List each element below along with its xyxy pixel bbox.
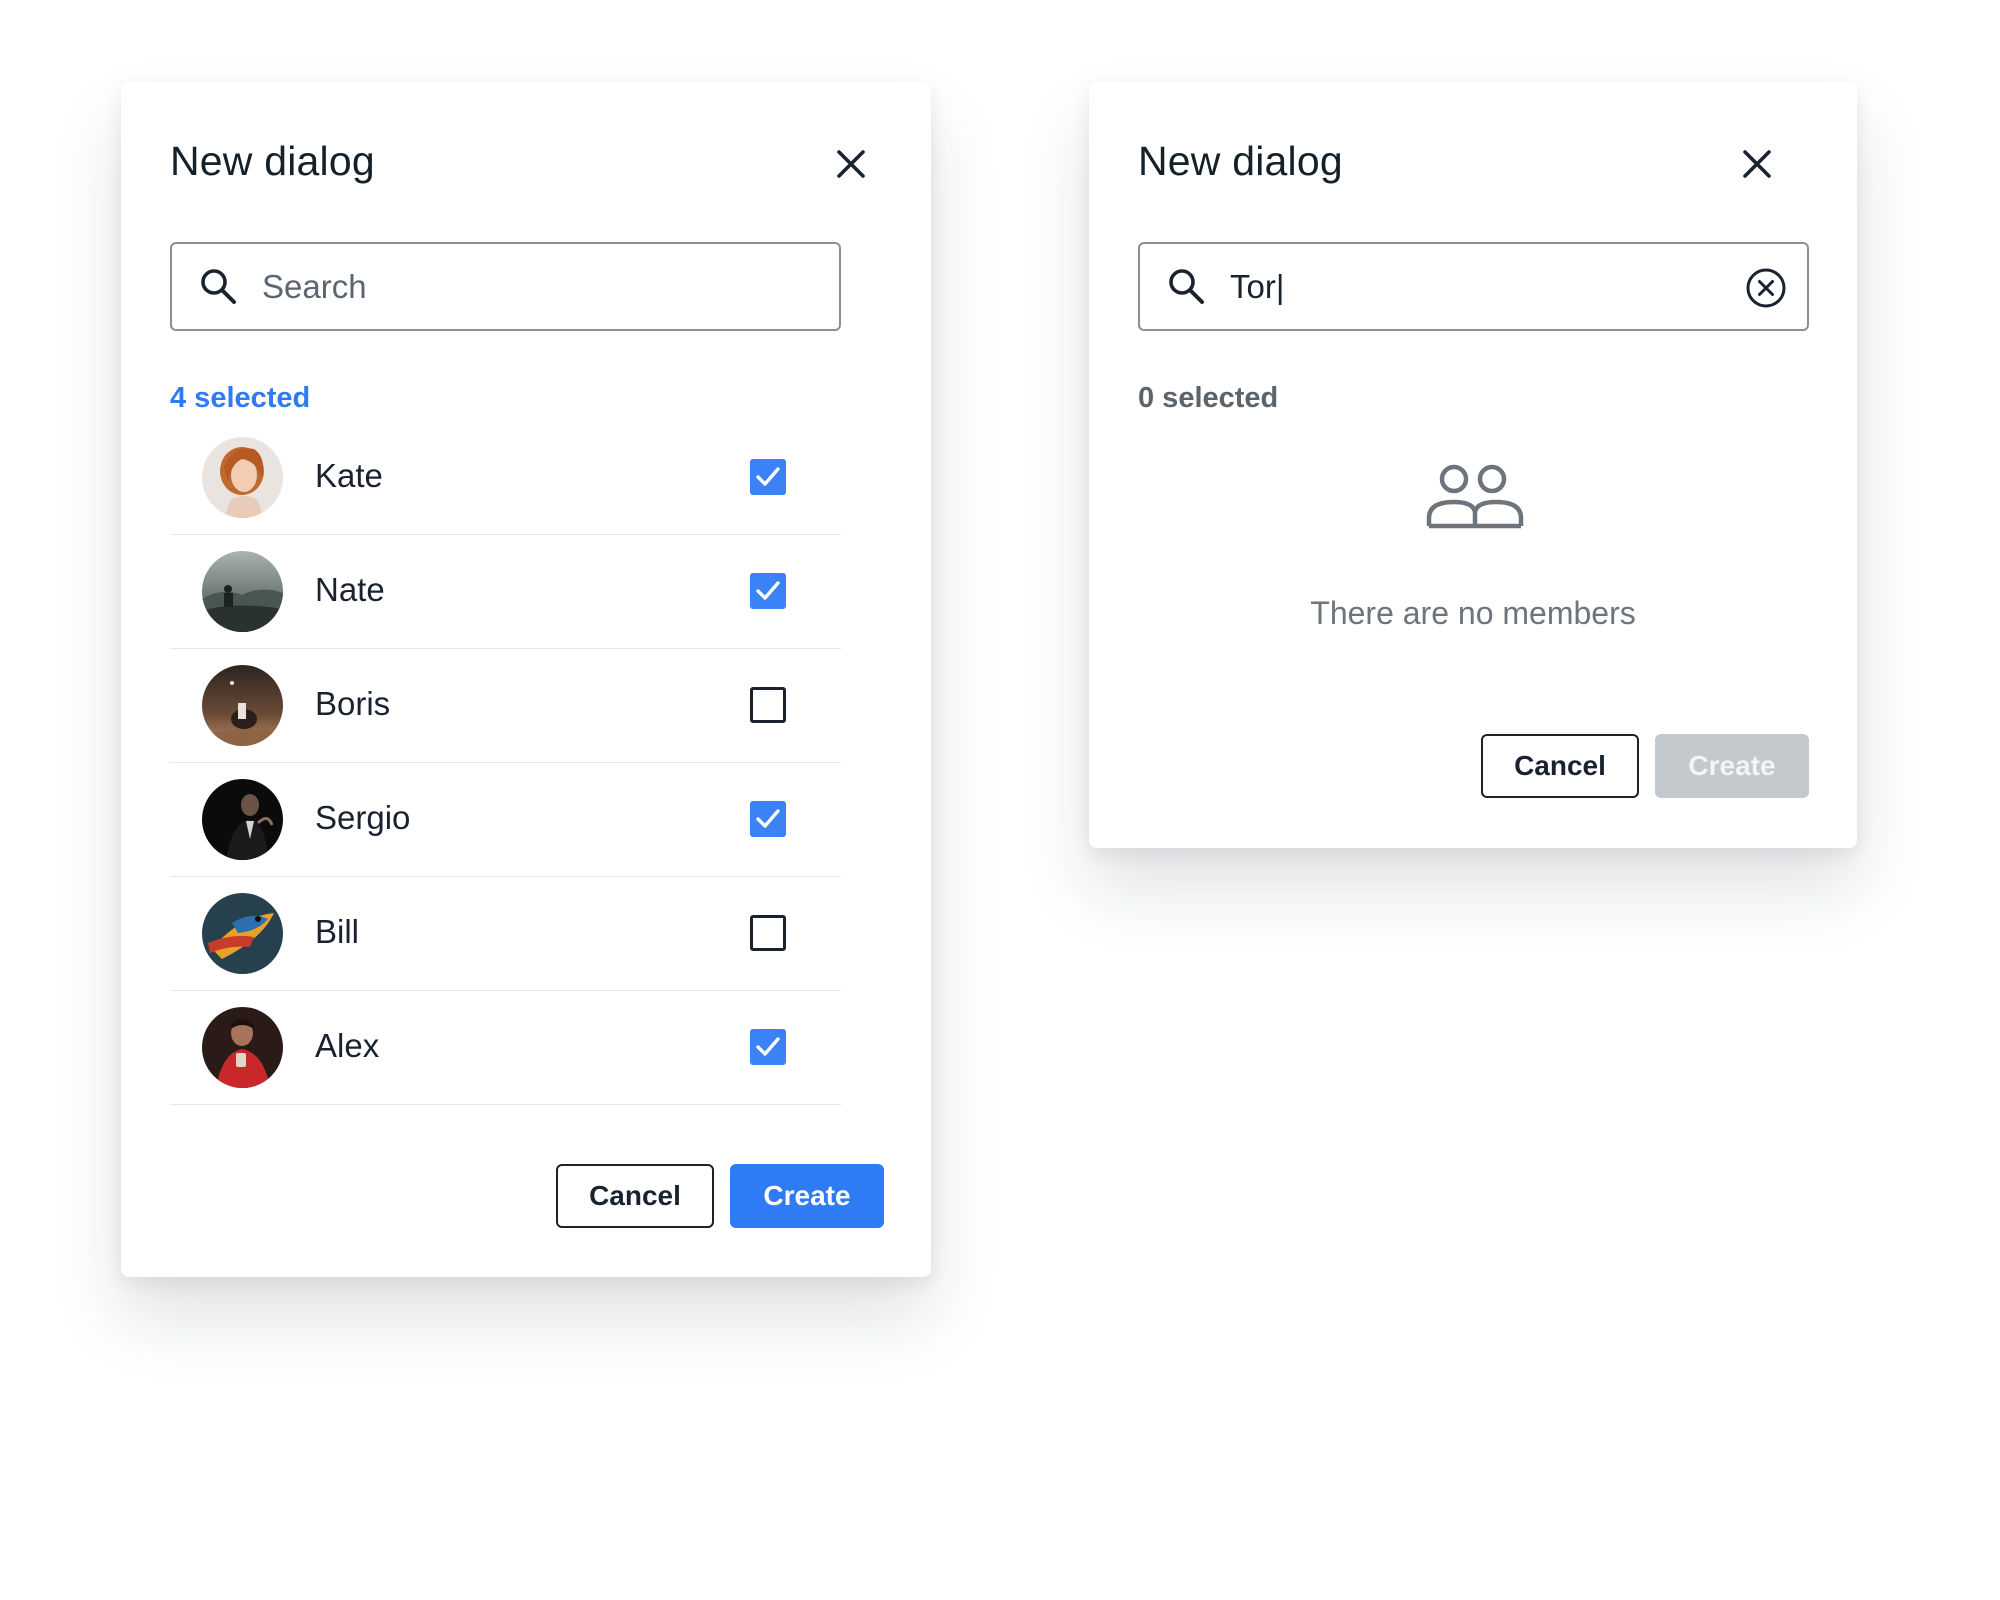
member-checkbox[interactable]	[750, 687, 786, 723]
member-checkbox[interactable]	[750, 1029, 786, 1065]
member-name: Bill	[315, 913, 360, 950]
close-icon	[1743, 150, 1771, 178]
member-checkbox[interactable]	[750, 915, 786, 951]
member-name: Nate	[315, 571, 385, 608]
close-button[interactable]	[1735, 142, 1779, 186]
search-icon	[201, 269, 236, 304]
new-dialog-modal-empty-state: New dialog 0 selected There are no membe…	[1089, 82, 1857, 848]
member-row-nate[interactable]: Nate	[170, 535, 841, 649]
member-row-alex[interactable]: Alex	[170, 991, 841, 1105]
people-group-icon	[1426, 464, 1524, 529]
close-button[interactable]	[829, 142, 873, 186]
check-icon	[756, 809, 780, 828]
member-row-bill[interactable]: Bill	[170, 877, 841, 991]
avatar	[202, 779, 283, 860]
avatar	[202, 551, 283, 632]
check-icon	[756, 581, 780, 600]
cancel-button[interactable]: Cancel	[556, 1164, 714, 1228]
member-name: Boris	[315, 685, 391, 722]
check-icon	[756, 467, 780, 486]
selected-count: 4 selected	[170, 382, 311, 414]
create-button[interactable]: Create	[730, 1164, 884, 1228]
selected-count: 0 selected	[1138, 382, 1279, 414]
avatar	[202, 1007, 283, 1088]
avatar	[202, 437, 283, 518]
member-row-sergio[interactable]: Sergio	[170, 763, 841, 877]
search-field[interactable]	[1138, 242, 1809, 331]
member-checkbox[interactable]	[750, 573, 786, 609]
member-checkbox[interactable]	[750, 801, 786, 837]
member-name: Alex	[315, 1027, 380, 1064]
search-icon	[1169, 269, 1204, 304]
member-name: Kate	[315, 457, 383, 494]
search-field[interactable]	[170, 242, 841, 331]
member-row-boris[interactable]: Boris	[170, 649, 841, 763]
create-button[interactable]: Create	[1655, 734, 1809, 798]
dialog-title: New dialog	[1138, 138, 1343, 184]
check-icon	[756, 1037, 780, 1056]
member-row-kate[interactable]: Kate	[170, 421, 841, 535]
avatar	[202, 893, 283, 974]
dialog-title: New dialog	[170, 138, 375, 184]
search-input[interactable]	[262, 266, 762, 308]
search-input[interactable]	[1230, 266, 1710, 308]
member-name: Sergio	[315, 799, 411, 836]
empty-state-message: There are no members	[1310, 595, 1636, 631]
member-checkbox[interactable]	[750, 459, 786, 495]
new-dialog-modal-with-members: New dialog 4 selected Ka	[121, 82, 931, 1277]
member-list: Kate Nate Boris Sergio Bill Alex	[170, 421, 841, 1105]
avatar	[202, 665, 283, 746]
cancel-button[interactable]: Cancel	[1481, 734, 1639, 798]
close-icon	[837, 150, 865, 178]
clear-circle-icon[interactable]	[1744, 266, 1788, 310]
